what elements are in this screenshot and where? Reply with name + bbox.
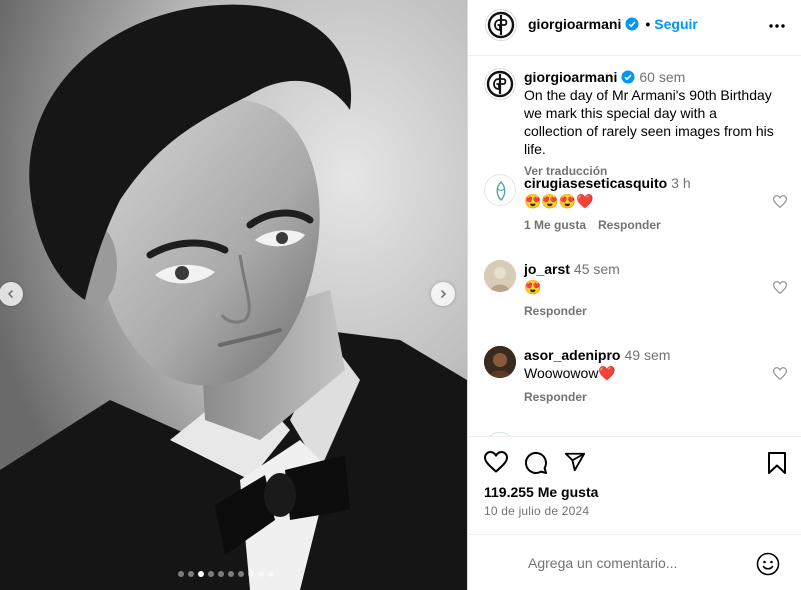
reply-button[interactable]: Responder xyxy=(524,390,587,404)
bookmark-icon[interactable] xyxy=(768,452,786,474)
comment-text: 😍 xyxy=(524,279,542,295)
previous-image-button[interactable] xyxy=(0,282,23,306)
user-photo-icon xyxy=(484,260,516,292)
emoji-icon[interactable] xyxy=(756,552,780,581)
carousel-dot xyxy=(238,571,244,577)
carousel-dot xyxy=(228,571,234,577)
comments-list[interactable]: giorgioarmani 60 sem On the day of Mr Ar… xyxy=(468,56,801,436)
carousel-dot xyxy=(208,571,214,577)
caption-text: On the day of Mr Armani's 90th Birthday … xyxy=(524,87,774,157)
heart-icon[interactable] xyxy=(484,451,508,475)
likes-count[interactable]: 119.255 Me gusta xyxy=(484,484,598,500)
comment-text: Woowowow❤️ xyxy=(524,365,616,381)
author-avatar[interactable] xyxy=(485,9,517,41)
comment-username[interactable]: cirugiaseseticasquito xyxy=(524,174,667,192)
portrait-image xyxy=(0,0,467,590)
chevron-left-icon xyxy=(7,289,14,299)
carousel-indicator xyxy=(178,571,274,577)
commenter-avatar[interactable] xyxy=(484,346,516,378)
commenter-avatar[interactable] xyxy=(484,260,516,292)
carousel-dot xyxy=(258,571,264,577)
caption-username[interactable]: giorgioarmani xyxy=(524,68,617,86)
user-photo-icon xyxy=(484,346,516,378)
author-username[interactable]: giorgioarmani xyxy=(528,16,621,32)
like-comment-heart-icon[interactable] xyxy=(772,281,788,299)
like-comment-heart-icon[interactable] xyxy=(772,367,788,385)
header-separator: • xyxy=(645,16,651,32)
carousel-dot xyxy=(248,571,254,577)
add-comment-bar xyxy=(468,534,801,590)
comment-text: 😍😍😍❤️ xyxy=(524,193,594,209)
armani-logo-icon xyxy=(486,70,514,98)
comment-time[interactable]: 49 sem xyxy=(624,346,670,364)
carousel-dot xyxy=(218,571,224,577)
comment-username[interactable]: jo_arst xyxy=(524,260,570,278)
verified-badge-icon xyxy=(625,17,639,31)
reply-button[interactable]: Responder xyxy=(598,218,661,232)
carousel-dot-active xyxy=(198,571,204,577)
post-photo[interactable] xyxy=(0,0,467,590)
post-actions: 119.255 Me gusta 10 de julio de 2024 xyxy=(468,436,801,534)
share-icon[interactable] xyxy=(564,451,586,475)
comment-input[interactable] xyxy=(528,551,748,575)
clinic-logo-icon xyxy=(496,181,506,201)
post-details-panel: giorgioarmani • Seguir giorgioarmani 60 … xyxy=(467,0,801,590)
verified-badge-icon xyxy=(621,70,635,84)
caption-time[interactable]: 60 sem xyxy=(639,68,685,86)
comment-time[interactable]: 3 h xyxy=(671,174,690,192)
carousel-dot xyxy=(178,571,184,577)
reply-button[interactable]: Responder xyxy=(524,304,587,318)
follow-button[interactable]: Seguir xyxy=(654,16,698,32)
caption-avatar[interactable] xyxy=(484,68,516,100)
chevron-right-icon xyxy=(440,289,447,299)
post-date[interactable]: 10 de julio de 2024 xyxy=(484,504,589,518)
carousel-dot xyxy=(268,571,274,577)
comment-icon[interactable] xyxy=(524,451,548,475)
next-image-button[interactable] xyxy=(431,282,455,306)
carousel-dot xyxy=(188,571,194,577)
comment-likes[interactable]: 1 Me gusta xyxy=(524,218,586,232)
comment-time[interactable]: 45 sem xyxy=(574,260,620,278)
like-comment-heart-icon[interactable] xyxy=(772,195,788,213)
more-options-icon[interactable] xyxy=(768,17,786,40)
comment-username[interactable]: asor_adenipro xyxy=(524,346,620,364)
armani-logo-icon xyxy=(487,11,515,39)
commenter-avatar[interactable] xyxy=(484,174,516,206)
post-header: giorgioarmani • Seguir xyxy=(468,0,801,56)
